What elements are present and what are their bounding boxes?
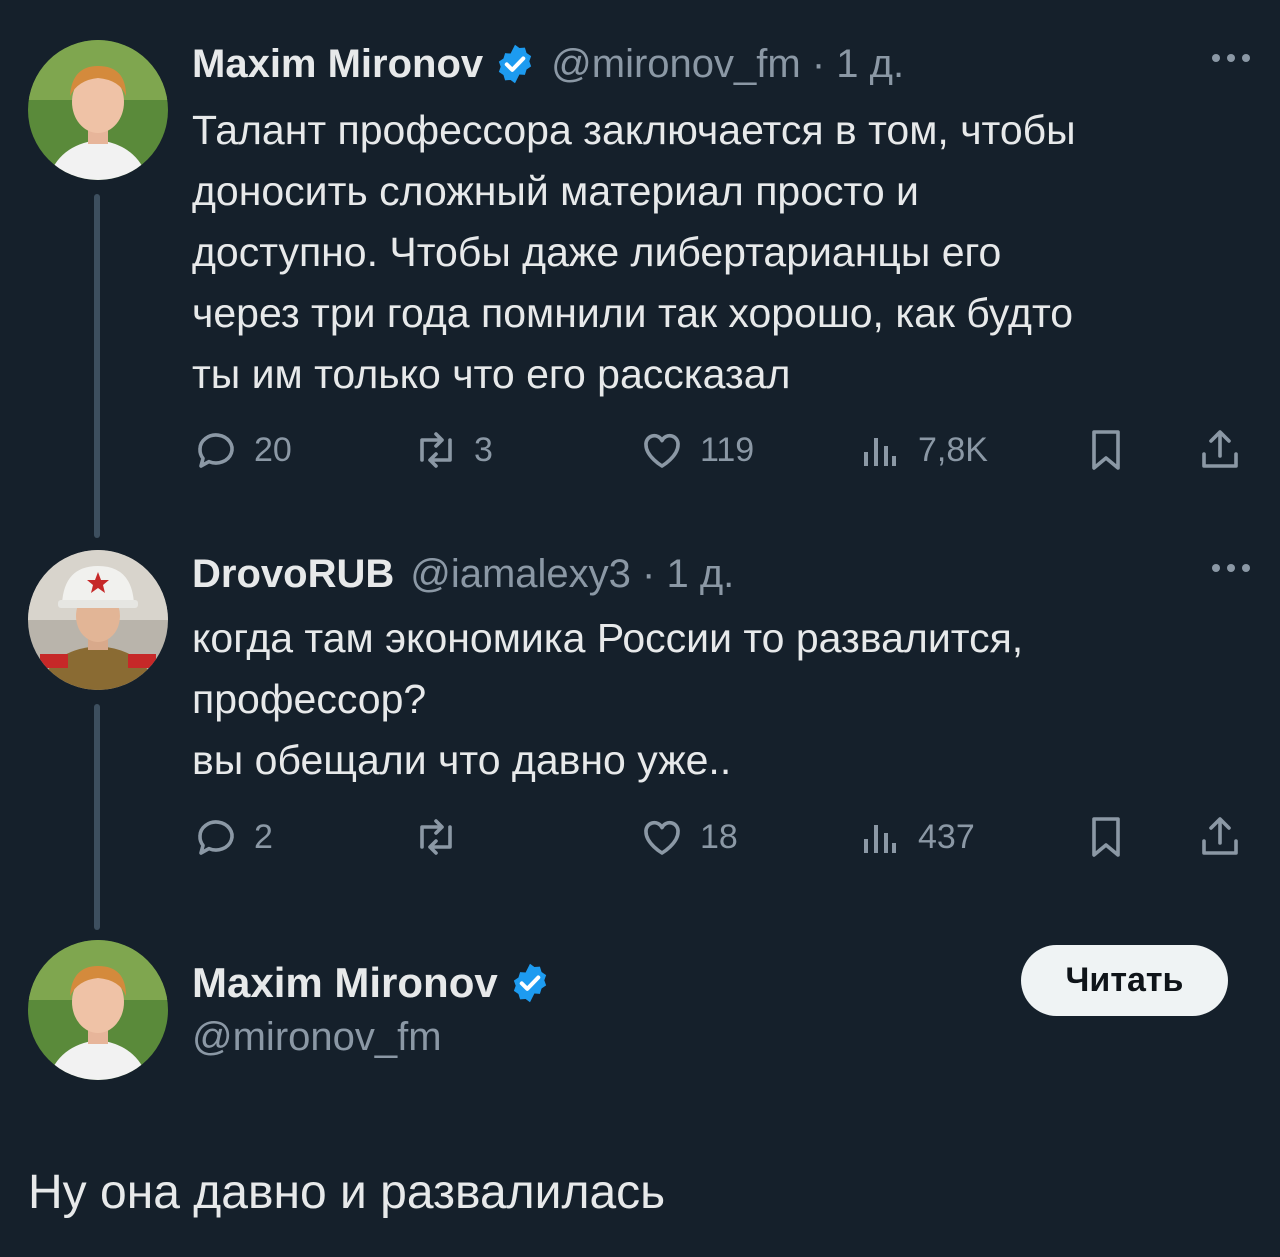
author-name[interactable]: Maxim Mironov — [192, 959, 498, 1007]
like-count: 119 — [700, 430, 755, 469]
share-icon — [1202, 430, 1238, 468]
bookmark-button[interactable] — [1082, 425, 1144, 475]
thread-line — [94, 194, 100, 538]
tweet-line: ты им только что его рассказал — [192, 351, 791, 397]
author-name[interactable]: Maxim Mironov — [192, 42, 483, 87]
views-button[interactable]: 437 — [856, 812, 975, 862]
tweet-1[interactable]: Maxim Mironov @mironov_fm · 1 д. Талант … — [0, 36, 1280, 538]
avatar-mironov[interactable] — [28, 40, 168, 180]
repost-icon — [420, 819, 452, 855]
thread-line — [94, 704, 100, 930]
reply-count: 20 — [254, 430, 292, 469]
views-count: 7,8K — [918, 430, 988, 469]
focused-author: Maxim Mironov — [192, 955, 566, 1011]
avatar-image — [28, 940, 168, 1080]
follow-button[interactable]: Читать — [1021, 945, 1228, 1016]
verified-badge-icon — [499, 44, 532, 84]
repost-icon — [420, 432, 452, 468]
like-button[interactable]: 18 — [638, 812, 738, 862]
views-icon — [864, 438, 896, 466]
share-button[interactable] — [1196, 812, 1258, 862]
avatar-image — [28, 40, 168, 180]
views-count: 437 — [918, 817, 975, 856]
bookmark-icon — [1092, 430, 1120, 470]
separator-dot: · — [630, 551, 667, 596]
author-handle[interactable]: @iamalexy3 — [410, 552, 631, 597]
tweet-line: вы обещали что давно уже.. — [192, 737, 732, 783]
views-button[interactable]: 7,8K — [856, 425, 988, 475]
repost-button[interactable] — [412, 812, 474, 862]
tweet-text: Талант профессора заключается в том, что… — [192, 100, 1252, 405]
tweet-header: DrovoRUB @iamalexy3 · 1 д. — [192, 546, 734, 602]
tweet-time[interactable]: 1 д. — [666, 552, 734, 597]
author-handle[interactable]: @mironov_fm — [192, 1015, 442, 1060]
bookmark-icon — [1092, 817, 1120, 857]
action-bar: 2 18 437 — [192, 812, 1252, 862]
avatar-image — [28, 550, 168, 690]
reply-button[interactable]: 2 — [192, 812, 273, 862]
bookmark-button[interactable] — [1082, 812, 1144, 862]
author-handle[interactable]: @mironov_fm — [551, 42, 801, 87]
reply-count: 2 — [254, 817, 273, 856]
reply-icon — [198, 820, 234, 855]
more-icon[interactable] — [1212, 564, 1250, 572]
share-icon — [1202, 817, 1238, 855]
like-icon — [644, 820, 680, 855]
tweet-text: когда там экономика России то развалится… — [192, 608, 1252, 791]
like-count: 18 — [700, 817, 738, 856]
author-name[interactable]: DrovoRUB — [192, 552, 394, 597]
tweet-line: через три года помнили так хорошо, как б… — [192, 290, 1074, 336]
tweet-line: профессор? — [192, 676, 427, 722]
avatar-mironov[interactable] — [28, 940, 168, 1080]
tweet-time[interactable]: 1 д. — [836, 42, 904, 87]
repost-button[interactable]: 3 — [412, 425, 493, 475]
tweet-line: когда там экономика России то развалится… — [192, 615, 1024, 661]
reply-icon — [198, 433, 234, 468]
tweet-line: доступно. Чтобы даже либертарианцы его — [192, 229, 1002, 275]
like-button[interactable]: 119 — [638, 425, 754, 475]
action-bar: 20 3 119 7,8K — [192, 425, 1252, 475]
verified-badge-icon — [513, 963, 546, 1003]
tweet-line: доносить сложный материал просто и — [192, 168, 919, 214]
share-button[interactable] — [1196, 425, 1258, 475]
repost-count: 3 — [474, 430, 493, 469]
reply-button[interactable]: 20 — [192, 425, 292, 475]
avatar-drovorub[interactable] — [28, 550, 168, 690]
like-icon — [644, 433, 680, 468]
tweet-line: Талант профессора заключается в том, что… — [192, 107, 1076, 153]
tweet-2[interactable]: DrovoRUB @iamalexy3 · 1 д. когда там эко… — [0, 546, 1280, 930]
separator-dot: · — [800, 41, 837, 86]
views-icon — [864, 825, 896, 853]
focused-tweet-text: Ну она давно и развалилась — [28, 1166, 666, 1219]
tweet-header: Maxim Mironov @mironov_fm · 1 д. — [192, 36, 904, 92]
more-icon[interactable] — [1212, 54, 1250, 62]
